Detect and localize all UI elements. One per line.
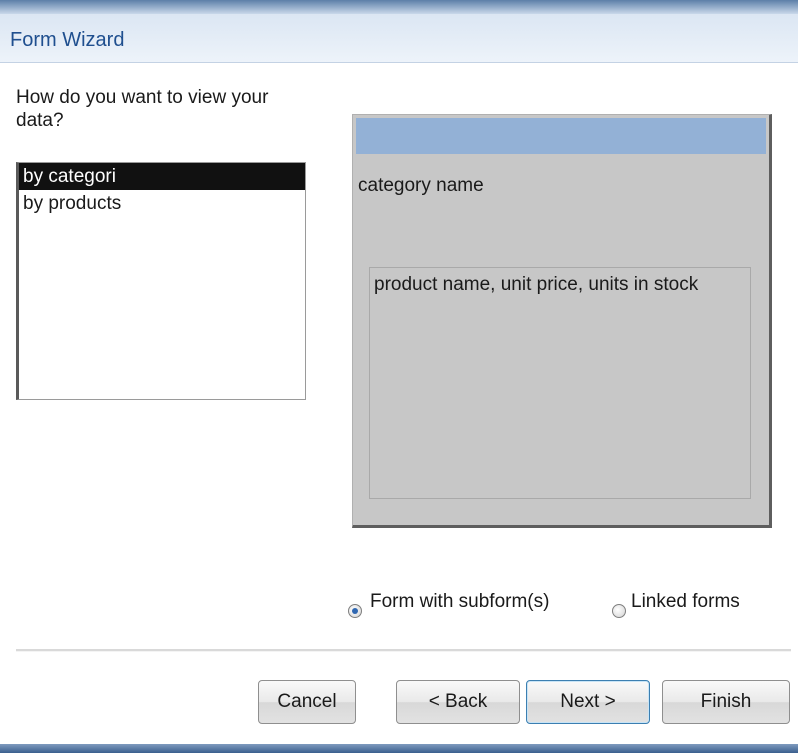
top-window-edge	[0, 0, 798, 14]
finish-button[interactable]: Finish	[662, 680, 790, 724]
linked-forms-radio-label[interactable]: Linked forms	[631, 591, 740, 613]
subform-radio-label[interactable]: Form with subform(s)	[370, 591, 549, 613]
window-title: Form Wizard	[10, 29, 125, 51]
list-item-by-products[interactable]: by products	[19, 190, 305, 217]
title-bar: Form Wizard	[0, 14, 798, 63]
footer-divider	[16, 649, 791, 652]
cancel-button[interactable]: Cancel	[258, 680, 356, 724]
preview-subform: product name, unit price, units in stock	[369, 267, 751, 499]
bottom-window-edge	[0, 744, 798, 753]
view-prompt: How do you want to view your data?	[16, 87, 269, 131]
linked-forms-radio[interactable]	[612, 604, 626, 618]
list-item-by-category[interactable]: by categori	[19, 163, 305, 190]
preview-header-bar	[356, 118, 766, 154]
preview-main-field: category name	[358, 175, 484, 196]
view-options-list[interactable]: by categori by products	[16, 162, 306, 400]
preview-subform-fields: product name, unit price, units in stock	[374, 274, 699, 295]
subform-radio[interactable]	[348, 604, 362, 618]
back-button[interactable]: < Back	[396, 680, 520, 724]
form-preview: category name product name, unit price, …	[352, 114, 772, 528]
next-button[interactable]: Next >	[526, 680, 650, 724]
